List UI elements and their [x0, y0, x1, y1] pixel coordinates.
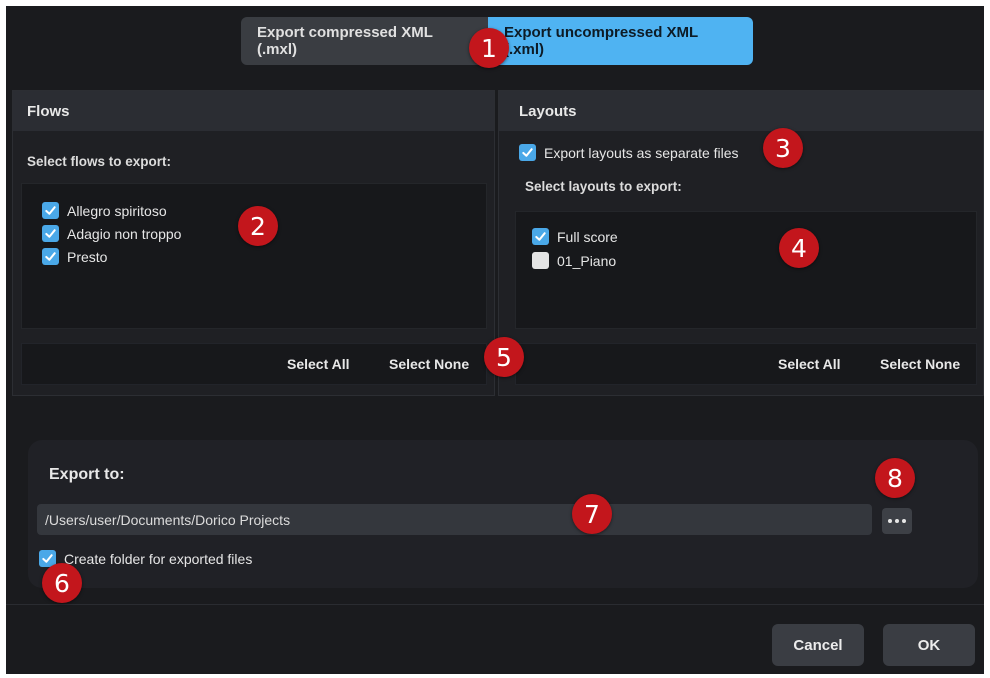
- flow-label: Adagio non troppo: [67, 225, 182, 242]
- list-item-layout-1[interactable]: Full score: [532, 228, 618, 245]
- layout-label: 01_Piano: [557, 252, 617, 269]
- checkbox-checked-icon[interactable]: [42, 225, 59, 242]
- checkbox-checked-icon[interactable]: [42, 202, 59, 219]
- tab-uncompressed-xml[interactable]: Export uncompressed XML (.xml): [488, 17, 753, 65]
- checkbox-checked-icon[interactable]: [532, 228, 549, 245]
- footer-divider: [6, 604, 984, 605]
- list-item-flow-1[interactable]: Allegro spiritoso: [42, 202, 167, 219]
- flows-panel-title: Flows: [13, 91, 494, 131]
- layouts-list: Full score 01_Piano: [515, 211, 977, 329]
- layout-label: Full score: [557, 228, 618, 245]
- flows-select-all-button[interactable]: Select All: [287, 356, 350, 372]
- list-item-flow-2[interactable]: Adagio non troppo: [42, 225, 181, 242]
- checkbox-unchecked-icon[interactable]: [532, 252, 549, 269]
- ellipsis-icon: [895, 519, 899, 523]
- layouts-select-all-button[interactable]: Select All: [778, 356, 841, 372]
- callout-marker-6: 6: [42, 563, 82, 603]
- layouts-panel-title: Layouts: [499, 91, 983, 131]
- export-destination-section: Export to: Create folder for exported fi…: [28, 440, 978, 588]
- checkbox-checked-icon[interactable]: [519, 144, 536, 161]
- export-layouts-separately-checkbox[interactable]: Export layouts as separate files: [519, 144, 739, 161]
- callout-marker-1: 1: [469, 28, 509, 68]
- cancel-button[interactable]: Cancel: [772, 624, 864, 666]
- select-flows-label: Select flows to export:: [27, 154, 172, 169]
- flow-label: Presto: [67, 248, 108, 265]
- flows-list: Allegro spiritoso Adagio non troppo Pres…: [21, 183, 487, 329]
- export-layouts-separately-label: Export layouts as separate files: [544, 144, 739, 161]
- browse-button[interactable]: [882, 508, 912, 534]
- callout-marker-2: 2: [238, 206, 278, 246]
- flows-button-bar: Select All Select None: [21, 343, 487, 385]
- layouts-button-bar: Select All Select None: [515, 343, 977, 385]
- flows-select-none-button[interactable]: Select None: [389, 356, 469, 372]
- ellipsis-icon: [888, 519, 892, 523]
- layouts-select-none-button[interactable]: Select None: [880, 356, 960, 372]
- ellipsis-icon: [902, 519, 906, 523]
- create-folder-label: Create folder for exported files: [64, 550, 253, 567]
- list-item-flow-3[interactable]: Presto: [42, 248, 107, 265]
- callout-marker-4: 4: [779, 228, 819, 268]
- callout-marker-8: 8: [875, 458, 915, 498]
- callout-marker-5: 5: [484, 337, 524, 377]
- flow-label: Allegro spiritoso: [67, 202, 167, 219]
- callout-marker-7: 7: [572, 494, 612, 534]
- select-layouts-label: Select layouts to export:: [525, 179, 682, 194]
- export-path-input[interactable]: [37, 504, 872, 535]
- callout-marker-3: 3: [763, 128, 803, 168]
- list-item-layout-2[interactable]: 01_Piano: [532, 252, 616, 269]
- checkbox-checked-icon[interactable]: [42, 248, 59, 265]
- export-to-label: Export to:: [49, 466, 125, 483]
- tab-compressed-xml[interactable]: Export compressed XML (.mxl): [241, 17, 488, 65]
- ok-button[interactable]: OK: [883, 624, 975, 666]
- layouts-panel: Layouts Export layouts as separate files…: [498, 90, 984, 396]
